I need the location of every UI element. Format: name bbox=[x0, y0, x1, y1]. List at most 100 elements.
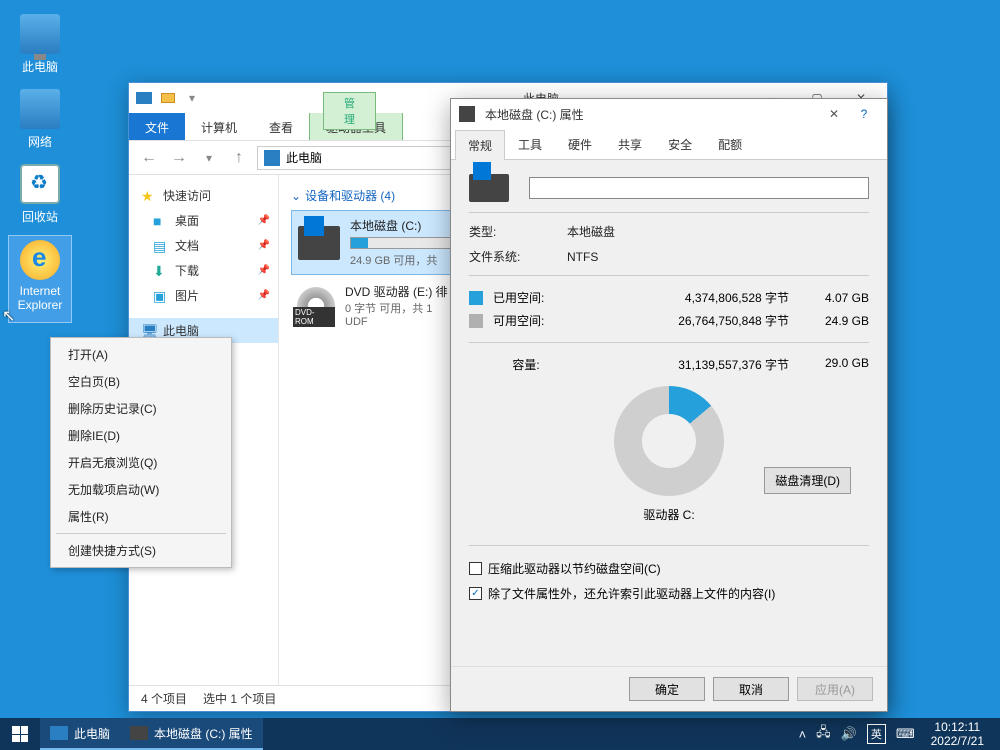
props-title-text: 本地磁盘 (C:) 属性 bbox=[481, 106, 819, 123]
capacity-size: 29.0 GB bbox=[809, 356, 869, 373]
drive-visual-icon bbox=[469, 174, 509, 202]
nav-forward-button[interactable]: → bbox=[167, 146, 191, 170]
nav-recent-button[interactable]: ▾ bbox=[197, 146, 221, 170]
ok-button[interactable]: 确定 bbox=[629, 677, 705, 701]
drive-name: DVD 驱动器 (E:) 徘 bbox=[345, 283, 448, 300]
props-tabs: 常规 工具 硬件 共享 安全 配额 bbox=[451, 129, 887, 160]
used-size: 4.07 GB bbox=[809, 291, 869, 305]
properties-dialog: 本地磁盘 (C:) 属性 ✕ ? 常规 工具 硬件 共享 安全 配额 类型: 本地… bbox=[450, 98, 888, 712]
nav-back-button[interactable]: ← bbox=[137, 146, 161, 170]
nav-up-button[interactable]: ↑ bbox=[227, 146, 251, 170]
tab-general[interactable]: 常规 bbox=[455, 130, 505, 160]
desktop-icon-network[interactable]: 网络 bbox=[8, 85, 72, 160]
props-close-button[interactable]: ✕ bbox=[819, 100, 849, 128]
free-swatch-icon bbox=[469, 314, 483, 328]
used-swatch-icon bbox=[469, 291, 483, 305]
compress-label: 压缩此驱动器以节约磁盘空间(C) bbox=[488, 560, 661, 577]
sidebar-item-desktop[interactable]: ■桌面📌 bbox=[129, 208, 278, 233]
taskbar-item-explorer[interactable]: 此电脑 bbox=[40, 718, 120, 750]
drive-sub: 0 字节 可用，共 1 bbox=[345, 300, 448, 316]
sidebar-item-pictures[interactable]: ▣图片📌 bbox=[129, 283, 278, 308]
tab-quota[interactable]: 配额 bbox=[705, 129, 755, 159]
props-titlebar[interactable]: 本地磁盘 (C:) 属性 ✕ ? bbox=[451, 99, 887, 129]
index-checkbox[interactable]: ✓ bbox=[469, 587, 482, 600]
index-label: 除了文件属性外，还允许索引此驱动器上文件的内容(I) bbox=[488, 585, 775, 602]
clock-time: 10:12:11 bbox=[931, 720, 984, 734]
fs-value: NTFS bbox=[567, 250, 598, 264]
pictures-icon: ▣ bbox=[153, 288, 169, 304]
props-taskbar-icon bbox=[130, 726, 148, 740]
tray-chevron-icon[interactable]: ˄ bbox=[799, 727, 807, 742]
drive-c-icon bbox=[298, 226, 340, 260]
start-button[interactable] bbox=[0, 718, 40, 750]
ctx-separator bbox=[56, 533, 226, 534]
pin-icon: 📌 bbox=[258, 265, 270, 276]
pin-icon: 📌 bbox=[258, 290, 270, 301]
ctx-open[interactable]: 打开(A) bbox=[54, 341, 228, 368]
props-help-button[interactable]: ? bbox=[849, 100, 879, 128]
capacity-label: 容量: bbox=[469, 356, 583, 373]
ctx-shortcut[interactable]: 创建快捷方式(S) bbox=[54, 537, 228, 564]
tab-tools[interactable]: 工具 bbox=[505, 129, 555, 159]
tab-sharing[interactable]: 共享 bbox=[605, 129, 655, 159]
status-selection: 选中 1 个项目 bbox=[203, 690, 276, 707]
explorer-taskbar-icon bbox=[50, 726, 68, 740]
drive-letter-label: 驱动器 C: bbox=[469, 500, 869, 535]
clock-date: 2022/7/21 bbox=[931, 734, 984, 748]
address-text: 此电脑 bbox=[286, 149, 322, 166]
type-label: 类型: bbox=[469, 223, 555, 240]
desktop-icon-recyclebin[interactable]: 回收站 bbox=[8, 160, 72, 235]
sidebar-quickaccess[interactable]: ★快速访问 bbox=[129, 183, 278, 208]
ime-keyboard-icon[interactable]: ⌨ bbox=[896, 726, 915, 742]
used-bytes: 4,374,806,528 字节 bbox=[583, 289, 809, 306]
capacity-bytes: 31,139,557,376 字节 bbox=[583, 356, 809, 373]
taskbar-clock[interactable]: 10:12:11 2022/7/21 bbox=[925, 720, 990, 749]
taskbar: 此电脑 本地磁盘 (C:) 属性 ˄ 🖧 🔊 英 ⌨ 10:12:11 2022… bbox=[0, 718, 1000, 750]
collapse-icon: ⌄ bbox=[291, 189, 301, 203]
pin-icon: 📌 bbox=[258, 240, 270, 251]
ctx-inprivate[interactable]: 开启无痕浏览(Q) bbox=[54, 449, 228, 476]
desktop-icon-ie[interactable]: Internet Explorer bbox=[8, 235, 72, 323]
ime-indicator[interactable]: 英 bbox=[867, 724, 886, 744]
sidebar-item-documents[interactable]: ▤文档📌 bbox=[129, 233, 278, 258]
ribbon-tab-computer[interactable]: 计算机 bbox=[185, 113, 253, 140]
dvd-icon bbox=[297, 287, 335, 325]
pin-icon: 📌 bbox=[258, 215, 270, 226]
desktop-folder-icon: ■ bbox=[153, 213, 169, 229]
drive-sub2: UDF bbox=[345, 316, 448, 328]
downloads-icon: ⬇ bbox=[153, 263, 169, 279]
ctx-clearhistory[interactable]: 删除历史记录(C) bbox=[54, 395, 228, 422]
ribbon-tab-file[interactable]: 文件 bbox=[129, 113, 185, 140]
apply-button[interactable]: 应用(A) bbox=[797, 677, 873, 701]
tab-security[interactable]: 安全 bbox=[655, 129, 705, 159]
qat-dropdown-icon[interactable]: ▾ bbox=[181, 87, 203, 109]
qat-explorer-icon[interactable] bbox=[157, 87, 179, 109]
ctx-deleteie[interactable]: 删除IE(D) bbox=[54, 422, 228, 449]
drive-small-icon bbox=[459, 106, 475, 122]
ctx-properties[interactable]: 属性(R) bbox=[54, 503, 228, 530]
sidebar-item-downloads[interactable]: ⬇下载📌 bbox=[129, 258, 278, 283]
context-menu: 打开(A) 空白页(B) 删除历史记录(C) 删除IE(D) 开启无痕浏览(Q)… bbox=[50, 337, 232, 568]
qat-pc-icon[interactable] bbox=[133, 87, 155, 109]
tab-hardware[interactable]: 硬件 bbox=[555, 129, 605, 159]
tray-volume-icon[interactable]: 🔊 bbox=[841, 726, 857, 742]
ctx-noaddons[interactable]: 无加载项启动(W) bbox=[54, 476, 228, 503]
desktop-icon-thispc[interactable]: 此电脑 bbox=[8, 10, 72, 85]
tray-network-icon[interactable]: 🖧 bbox=[816, 723, 831, 745]
ctx-blank[interactable]: 空白页(B) bbox=[54, 368, 228, 395]
cancel-button[interactable]: 取消 bbox=[713, 677, 789, 701]
used-label: 已用空间: bbox=[493, 289, 583, 306]
drive-name-input[interactable] bbox=[529, 177, 869, 199]
status-count: 4 个项目 bbox=[141, 690, 187, 707]
ribbon-tab-view[interactable]: 查看 bbox=[253, 113, 309, 140]
free-label: 可用空间: bbox=[493, 312, 583, 329]
ribbon-context-label: 管理 bbox=[323, 92, 376, 130]
star-icon: ★ bbox=[141, 188, 157, 204]
address-pc-icon bbox=[264, 150, 280, 166]
taskbar-item-properties[interactable]: 本地磁盘 (C:) 属性 bbox=[120, 718, 263, 750]
disk-cleanup-button[interactable]: 磁盘清理(D) bbox=[764, 467, 851, 494]
type-value: 本地磁盘 bbox=[567, 223, 615, 240]
compress-checkbox[interactable] bbox=[469, 562, 482, 575]
free-size: 24.9 GB bbox=[809, 314, 869, 328]
documents-icon: ▤ bbox=[153, 238, 169, 254]
